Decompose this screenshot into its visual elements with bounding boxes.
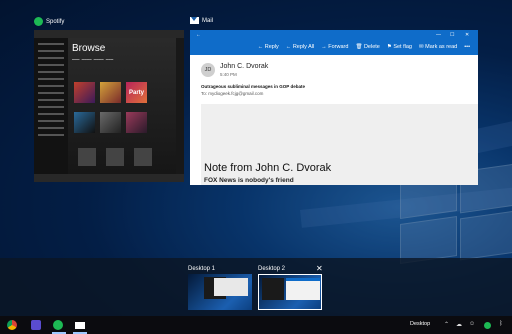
spotify-title: Spotify <box>46 18 65 25</box>
playlist-tile <box>126 112 147 133</box>
cloud-icon[interactable]: ☁ <box>456 321 462 328</box>
note-title: Note from John C. Dvorak <box>204 162 332 174</box>
mark-as-read-button[interactable]: ✉ Mark as read <box>419 44 457 50</box>
sender-name: John C. Dvorak <box>220 63 269 70</box>
spotify-tray-icon[interactable] <box>484 322 491 329</box>
playlist-tile <box>74 82 95 103</box>
playlist-tile <box>100 112 121 133</box>
forward-button[interactable]: → Forward <box>321 44 348 50</box>
note-subtitle: FOX News is nobody's friend <box>204 177 294 184</box>
spotify-tabs: ▬▬▬ ▬▬▬▬ ▬▬▬▬ ▬▬▬ <box>72 58 114 61</box>
mail-toolbar: ← — ☐ ✕ ← Reply ← Reply All → Forward 🗑 … <box>190 30 478 55</box>
spotify-browse-heading: Browse <box>72 43 106 54</box>
album-art <box>106 148 124 166</box>
spotify-window-thumbnail[interactable]: Browse ▬▬▬ ▬▬▬▬ ▬▬▬▬ ▬▬▬ Party <box>34 30 184 182</box>
party-tile-label: Party <box>129 90 145 96</box>
maximize-icon[interactable]: ☐ <box>450 32 454 38</box>
desktop-2-label[interactable]: Desktop 2 <box>258 266 285 272</box>
message-recipient: To: mydiogeek.fcjg@gmail.com <box>201 91 264 96</box>
mail-window-thumbnail[interactable]: ← — ☐ ✕ ← Reply ← Reply All → Forward 🗑 … <box>190 30 478 185</box>
desktop-1-thumbnail[interactable] <box>188 274 252 310</box>
chevron-up-icon[interactable]: ⌃ <box>444 321 449 328</box>
chrome-icon[interactable] <box>7 320 17 330</box>
sender-avatar: JD <box>201 63 215 77</box>
back-arrow-icon[interactable]: ← <box>196 32 201 38</box>
desktop-1-label[interactable]: Desktop 1 <box>188 266 215 272</box>
more-options-button[interactable]: ••• <box>464 44 470 50</box>
close-icon[interactable]: ✕ <box>465 32 469 38</box>
desktop-2-thumbnail[interactable] <box>258 274 322 310</box>
album-art <box>134 148 152 166</box>
album-art <box>78 148 96 166</box>
message-time: 5:40 PM <box>220 72 237 77</box>
mail-window-label[interactable]: Mail <box>190 17 213 24</box>
spotify-sidebar <box>34 38 68 174</box>
mail-taskbar-icon[interactable] <box>75 322 85 329</box>
spotify-icon <box>34 17 43 26</box>
close-desktop-icon[interactable]: ✕ <box>316 264 323 273</box>
delete-button[interactable]: 🗑 Delete <box>355 44 379 50</box>
virtual-desktops-bar <box>0 258 512 316</box>
spotify-window-label[interactable]: Spotify <box>34 17 64 26</box>
playlist-tile <box>74 112 95 133</box>
message-subject: Outrageous subliminal messages in GOP de… <box>201 84 305 89</box>
set-flag-button[interactable]: ⚑ Set flag <box>387 44 412 50</box>
reply-all-button[interactable]: ← Reply All <box>286 44 314 50</box>
spotify-taskbar-icon[interactable] <box>53 320 63 330</box>
minimize-icon[interactable]: — <box>436 32 441 38</box>
settings-gear-icon[interactable] <box>31 320 41 330</box>
playlist-tile <box>100 82 121 103</box>
people-icon[interactable]: ☺ <box>469 321 475 327</box>
reply-button[interactable]: ← Reply <box>258 44 279 50</box>
mail-icon <box>190 17 199 24</box>
mail-title: Mail <box>202 17 214 24</box>
bluetooth-icon[interactable]: ᛒ <box>499 321 503 327</box>
spotify-player-bar <box>34 174 184 182</box>
desktop-button[interactable]: Desktop <box>410 321 430 327</box>
